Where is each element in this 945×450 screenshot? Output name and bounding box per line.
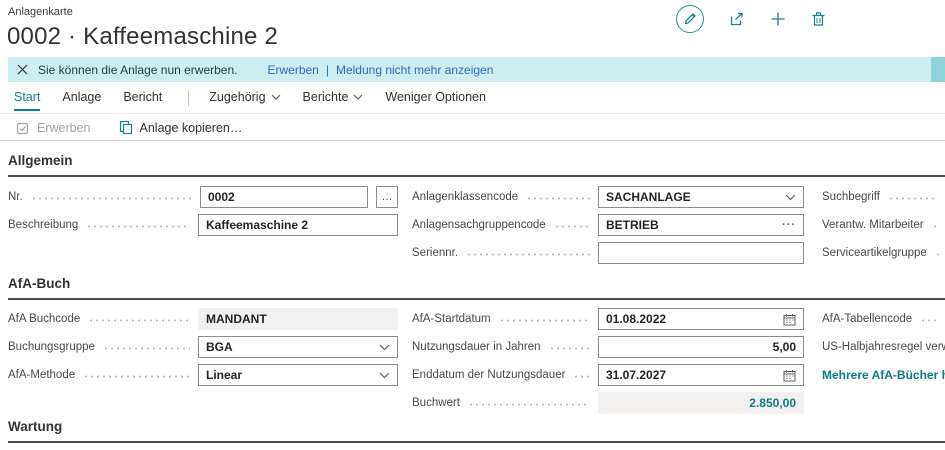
- field-nutzungsdauer: Nutzungsdauer in Jahren 5,00: [412, 336, 804, 358]
- afa-buch-column-1: AfA Buchcode MANDANT Buchungsgruppe BGA …: [8, 308, 398, 392]
- field-afa-buchcode: AfA Buchcode MANDANT: [8, 308, 398, 330]
- afa-buch-column-2: AfA-Startdatum 01.08.2022 Nutzungsdauer …: [412, 308, 804, 420]
- tab-start[interactable]: Start: [14, 90, 40, 111]
- add-icon[interactable]: [770, 11, 786, 27]
- dotted-leader: [103, 347, 190, 350]
- dotted-leader: [468, 403, 590, 406]
- field-afa-methode: AfA-Methode Linear: [8, 364, 398, 386]
- tab-zugehoerig[interactable]: Zugehörig: [209, 90, 280, 109]
- delete-icon[interactable]: [811, 11, 826, 27]
- dotted-leader: [573, 375, 590, 378]
- notification-link-separator: |: [326, 63, 329, 77]
- tab-berichte[interactable]: Berichte: [303, 90, 364, 109]
- page-toolbar: [676, 5, 826, 33]
- chevron-down-icon: [379, 372, 390, 379]
- calendar-icon: [783, 313, 796, 326]
- nr-input[interactable]: 0002: [200, 186, 368, 208]
- buchungsgruppe-dropdown[interactable]: BGA: [198, 336, 398, 358]
- seriennr-input[interactable]: [598, 242, 804, 264]
- field-anlagensachgruppencode: Anlagensachgruppencode BETRIEB ···: [412, 214, 804, 236]
- allgemein-column-2: Anlagenklassencode SACHANLAGE Anlagensac…: [412, 186, 804, 270]
- calendar-icon: [783, 369, 796, 382]
- fixed-asset-card-page: Anlagenkarte 0002 · Kaffeemaschine 2 Sie…: [0, 0, 945, 450]
- afa-buch-column-3: AfA-Tabellencode US-Halbjahresregel verw…: [822, 308, 945, 392]
- allgemein-column-3: Suchbegriff Verantw. Mitarbeiter Service…: [822, 186, 945, 270]
- notification-dismiss-link[interactable]: Meldung nicht mehr anzeigen: [336, 63, 493, 77]
- edit-icon[interactable]: [676, 5, 704, 33]
- field-afa-tabellencode: AfA-Tabellencode: [822, 308, 945, 330]
- field-buchwert: Buchwert 2.850,00: [412, 392, 804, 414]
- field-anlagenklassencode: Anlagenklassencode SACHANLAGE: [412, 186, 804, 208]
- nr-assist-edit-button[interactable]: …: [376, 186, 398, 208]
- field-suchbegriff: Suchbegriff: [822, 186, 945, 208]
- dotted-leader: [499, 319, 590, 322]
- dotted-leader: [86, 225, 190, 228]
- dotted-leader: [935, 253, 939, 256]
- dotted-leader: [466, 253, 590, 256]
- anlagensachgruppencode-lookup[interactable]: BETRIEB ···: [598, 214, 804, 236]
- chevron-down-icon: [271, 94, 281, 100]
- page-title: 0002 · Kaffeemaschine 2: [7, 23, 278, 51]
- page-caption: Anlagenkarte: [8, 6, 73, 18]
- anlagenklassencode-dropdown[interactable]: SACHANLAGE: [598, 186, 804, 208]
- allgemein-column-1: Nr. 0002 … Beschreibung Kaffeemaschine 2: [8, 186, 398, 242]
- field-seriennr: Seriennr.: [412, 242, 804, 264]
- share-icon[interactable]: [729, 11, 745, 27]
- acquire-icon: [16, 121, 30, 135]
- section-header-allgemein: Allgemein: [8, 153, 945, 177]
- afa-buchcode-field: MANDANT: [198, 308, 398, 330]
- tab-divider: [188, 90, 189, 106]
- section-header-wartung: Wartung: [8, 419, 945, 443]
- dotted-leader: [83, 375, 190, 378]
- lookup-icon: ···: [782, 220, 796, 231]
- acquire-action-button[interactable]: Erwerben: [16, 121, 91, 135]
- dotted-leader: [31, 197, 192, 200]
- dotted-leader: [88, 319, 190, 322]
- field-afa-startdatum: AfA-Startdatum 01.08.2022: [412, 308, 804, 330]
- notification-scrollbar-cap: [931, 57, 945, 82]
- dotted-leader: [554, 225, 590, 228]
- chevron-down-icon: [353, 94, 363, 100]
- beschreibung-input[interactable]: Kaffeemaschine 2: [198, 214, 398, 236]
- afa-methode-dropdown[interactable]: Linear: [198, 364, 398, 386]
- chevron-down-icon: [785, 194, 796, 201]
- notification-message: Sie können die Anlage nun erwerben.: [38, 63, 237, 77]
- notification-bar: Sie können die Anlage nun erwerben. Erwe…: [8, 57, 945, 82]
- field-buchungsgruppe: Buchungsgruppe BGA: [8, 336, 398, 358]
- section-header-afa-buch: AfA-Buch: [8, 276, 945, 300]
- field-enddatum-nutzungsdauer: Enddatum der Nutzungsdauer 31.07.2027: [412, 364, 804, 386]
- nutzungsdauer-input[interactable]: 5,00: [598, 336, 804, 358]
- chevron-down-icon: [379, 344, 390, 351]
- copy-icon: [119, 120, 133, 135]
- notification-acquire-link[interactable]: Erwerben: [267, 63, 318, 77]
- dotted-leader: [549, 347, 591, 350]
- tab-weniger-optionen[interactable]: Weniger Optionen: [385, 90, 486, 109]
- field-beschreibung: Beschreibung Kaffeemaschine 2: [8, 214, 398, 236]
- dotted-leader: [920, 319, 937, 322]
- field-us-halbjahresregel: US-Halbjahresregel verwenden: [822, 336, 945, 358]
- enddatum-input[interactable]: 31.07.2027: [598, 364, 804, 386]
- field-serviceartikelgruppe: Serviceartikelgruppe: [822, 242, 945, 264]
- dotted-leader: [932, 225, 937, 228]
- add-more-depreciation-books-link[interactable]: Mehrere AfA-Bücher hinzufüg: [822, 364, 945, 386]
- tab-bericht[interactable]: Bericht: [123, 90, 162, 109]
- buchwert-drilldown[interactable]: 2.850,00: [598, 392, 804, 414]
- afa-startdatum-input[interactable]: 01.08.2022: [598, 308, 804, 330]
- close-icon[interactable]: [17, 64, 28, 75]
- tab-anlage[interactable]: Anlage: [62, 90, 101, 109]
- menu-tab-bar: Start Anlage Bericht Zugehörig Berichte …: [0, 90, 945, 114]
- field-verantw-mitarbeiter: Verantw. Mitarbeiter: [822, 214, 945, 236]
- field-nr: Nr. 0002 …: [8, 186, 398, 208]
- action-bar: Erwerben Anlage kopieren…: [0, 115, 945, 141]
- dotted-leader: [526, 197, 590, 200]
- dotted-leader: [888, 197, 937, 200]
- copy-asset-action-button[interactable]: Anlage kopieren…: [119, 120, 243, 135]
